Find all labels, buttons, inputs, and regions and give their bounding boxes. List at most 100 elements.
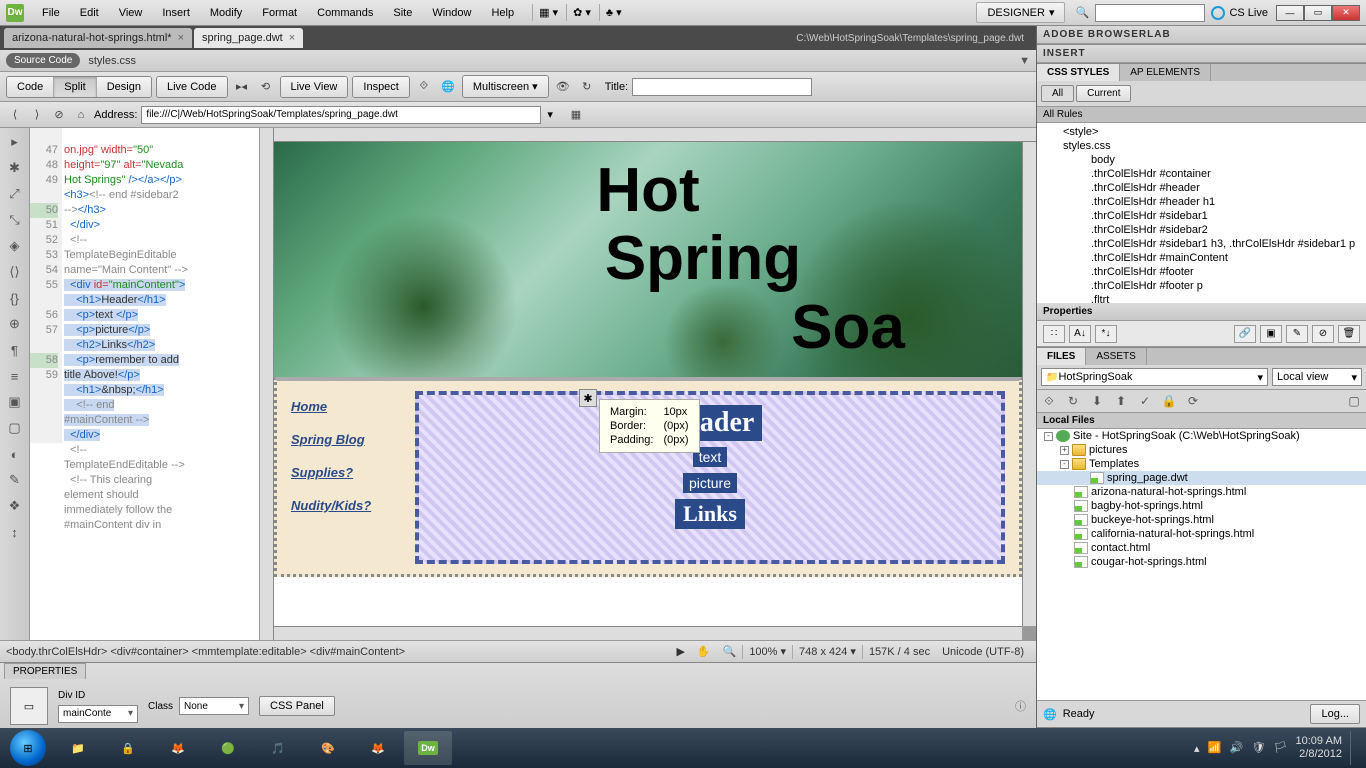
sidebar-link[interactable]: Spring Blog: [291, 432, 401, 447]
close-icon[interactable]: ×: [289, 32, 295, 44]
stop-icon[interactable]: ⊘: [50, 106, 68, 124]
hidden-chars-icon[interactable]: ≡: [5, 366, 25, 386]
css-rule-row[interactable]: .thrColElsHdr #sidebar1 h3, .thrColElsHd…: [1039, 237, 1364, 251]
start-button[interactable]: ⊞: [4, 731, 52, 765]
menu-modify[interactable]: Modify: [200, 3, 252, 23]
doc-tab[interactable]: spring_page.dwt×: [194, 28, 303, 48]
menu-help[interactable]: Help: [481, 3, 524, 23]
tree-row[interactable]: bagby-hot-springs.html: [1037, 499, 1366, 513]
tree-row[interactable]: -Templates: [1037, 457, 1366, 471]
css-rule-row[interactable]: body: [1039, 153, 1364, 167]
maximize-button[interactable]: ▭: [1304, 5, 1332, 21]
window-size[interactable]: 748 x 424 ▾: [793, 645, 862, 658]
nav-icon[interactable]: ⟐: [414, 77, 434, 97]
taskbar-utorrent-icon[interactable]: 🟢: [204, 731, 252, 765]
css-rule-row[interactable]: .thrColElsHdr #footer: [1039, 265, 1364, 279]
forward-icon[interactable]: ⟩: [28, 106, 46, 124]
checkin-icon[interactable]: 🔒: [1161, 393, 1177, 409]
category-view-icon[interactable]: ∷: [1043, 325, 1065, 343]
show-hidden-icon[interactable]: ▴: [1194, 742, 1200, 755]
current-button[interactable]: Current: [1076, 85, 1131, 102]
recent-snippets-icon[interactable]: ❖: [5, 496, 25, 516]
all-button[interactable]: All: [1041, 85, 1074, 102]
css-rule-row[interactable]: styles.css: [1039, 139, 1364, 153]
css-properties-header[interactable]: Properties: [1037, 303, 1366, 321]
attach-icon[interactable]: 🔗: [1234, 325, 1256, 343]
shield-icon[interactable]: 🛡: [1252, 741, 1266, 755]
menu-edit[interactable]: Edit: [70, 3, 109, 23]
browserlab-panel[interactable]: ADOBE BROWSERLAB: [1037, 26, 1366, 44]
css-rule-row[interactable]: .thrColElsHdr #header: [1039, 181, 1364, 195]
address-dropdown-icon[interactable]: ▾: [547, 108, 553, 121]
clock[interactable]: 10:09 AM2/8/2012: [1296, 735, 1342, 761]
list-view-icon[interactable]: A↓: [1069, 325, 1091, 343]
put-icon[interactable]: ⬆: [1113, 393, 1129, 409]
cs-live-button[interactable]: CS Live: [1211, 6, 1268, 20]
action-center-icon[interactable]: 🏳: [1274, 741, 1288, 755]
menu-format[interactable]: Format: [252, 3, 307, 23]
title-input[interactable]: [632, 78, 812, 96]
menu-file[interactable]: File: [32, 3, 70, 23]
sync-icon[interactable]: ⟳: [1185, 393, 1201, 409]
css-rule-row[interactable]: .thrColElsHdr #header h1: [1039, 195, 1364, 209]
sidebar-link[interactable]: Nudity/Kids?: [291, 498, 401, 513]
vertical-scrollbar[interactable]: [1022, 142, 1036, 626]
css-rule-row[interactable]: .thrColElsHdr #mainContent: [1039, 251, 1364, 265]
check-icon[interactable]: ▸◂: [232, 77, 252, 97]
indent-icon[interactable]: ▣: [5, 392, 25, 412]
taskbar-firefox-icon[interactable]: 🦊: [154, 731, 202, 765]
menu-insert[interactable]: Insert: [152, 3, 200, 23]
balance-icon[interactable]: ◈: [5, 236, 25, 256]
site-mgmt-icon[interactable]: ♣ ▾: [599, 4, 628, 21]
live-view-button[interactable]: Live View: [281, 77, 348, 97]
css-panel-button[interactable]: CSS Panel: [259, 696, 335, 716]
files-tree[interactable]: -Site - HotSpringSoak (C:\Web\HotSpringS…: [1037, 429, 1366, 700]
volume-icon[interactable]: 🔊: [1230, 741, 1244, 755]
home-icon[interactable]: ⌂: [72, 106, 90, 124]
split-view-button[interactable]: Split: [54, 77, 96, 97]
zoom-tool-icon[interactable]: 🔍: [717, 645, 743, 658]
extend-icon[interactable]: ✿ ▾: [566, 4, 597, 21]
insert-panel[interactable]: INSERT: [1037, 45, 1366, 63]
css-rule-row[interactable]: .fltrt: [1039, 293, 1364, 303]
main-picture[interactable]: picture: [683, 473, 737, 493]
css-rule-row[interactable]: .thrColElsHdr #footer p: [1039, 279, 1364, 293]
sidebar-link[interactable]: Supplies?: [291, 465, 401, 480]
checkout-icon[interactable]: ✓: [1137, 393, 1153, 409]
collapse-icon[interactable]: ✱: [5, 158, 25, 178]
css-styles-tab[interactable]: CSS STYLES: [1037, 64, 1120, 81]
menu-window[interactable]: Window: [422, 3, 481, 23]
sidebar-link[interactable]: Home: [291, 399, 401, 414]
div-id-select[interactable]: mainConte: [58, 705, 138, 723]
new-rule-icon[interactable]: ▣: [1260, 325, 1282, 343]
edit-rule-icon[interactable]: ✎: [1286, 325, 1308, 343]
multiscreen-button[interactable]: Multiscreen ▾: [463, 76, 548, 97]
disable-icon-1[interactable]: ⊘: [1312, 325, 1334, 343]
css-rules-tree[interactable]: <style>styles.cssbody.thrColElsHdr #cont…: [1037, 123, 1366, 303]
tag-breadcrumb[interactable]: <body.thrColElsHdr> <div#container> <mmt…: [6, 646, 405, 658]
delete-rule-icon[interactable]: 🗑: [1338, 325, 1360, 343]
tree-row[interactable]: spring_page.dwt: [1037, 471, 1366, 485]
word-wrap-icon[interactable]: ¶: [5, 340, 25, 360]
refresh-icon[interactable]: ↻: [577, 77, 597, 97]
tree-row[interactable]: contact.html: [1037, 541, 1366, 555]
move-css-icon[interactable]: ↕: [5, 522, 25, 542]
code-view-pane[interactable]: 47484950515253545556575859 on.jpg" width…: [30, 128, 260, 640]
inspect-button[interactable]: Inspect: [353, 77, 408, 97]
design-view-button[interactable]: Design: [97, 77, 151, 97]
refresh-files-icon[interactable]: ↻: [1065, 393, 1081, 409]
taskbar-lock-icon[interactable]: 🔒: [104, 731, 152, 765]
css-rule-row[interactable]: .thrColElsHdr #container: [1039, 167, 1364, 181]
expand-icon[interactable]: ⤢: [5, 184, 25, 204]
layout-icon[interactable]: ▦ ▾: [532, 4, 564, 21]
source-code-chip[interactable]: Source Code: [6, 53, 80, 68]
tree-row[interactable]: california-natural-hot-springs.html: [1037, 527, 1366, 541]
tree-row[interactable]: +pictures: [1037, 443, 1366, 457]
related-file-link[interactable]: styles.css: [88, 55, 136, 67]
live-code-button[interactable]: Live Code: [157, 77, 227, 97]
assets-tab[interactable]: ASSETS: [1086, 348, 1146, 365]
class-select[interactable]: None: [179, 697, 249, 715]
view-dropdown[interactable]: Local view▾: [1272, 368, 1362, 386]
line-numbers-icon[interactable]: ⟨⟩: [5, 262, 25, 282]
comment-icon[interactable]: ◐: [5, 444, 25, 464]
